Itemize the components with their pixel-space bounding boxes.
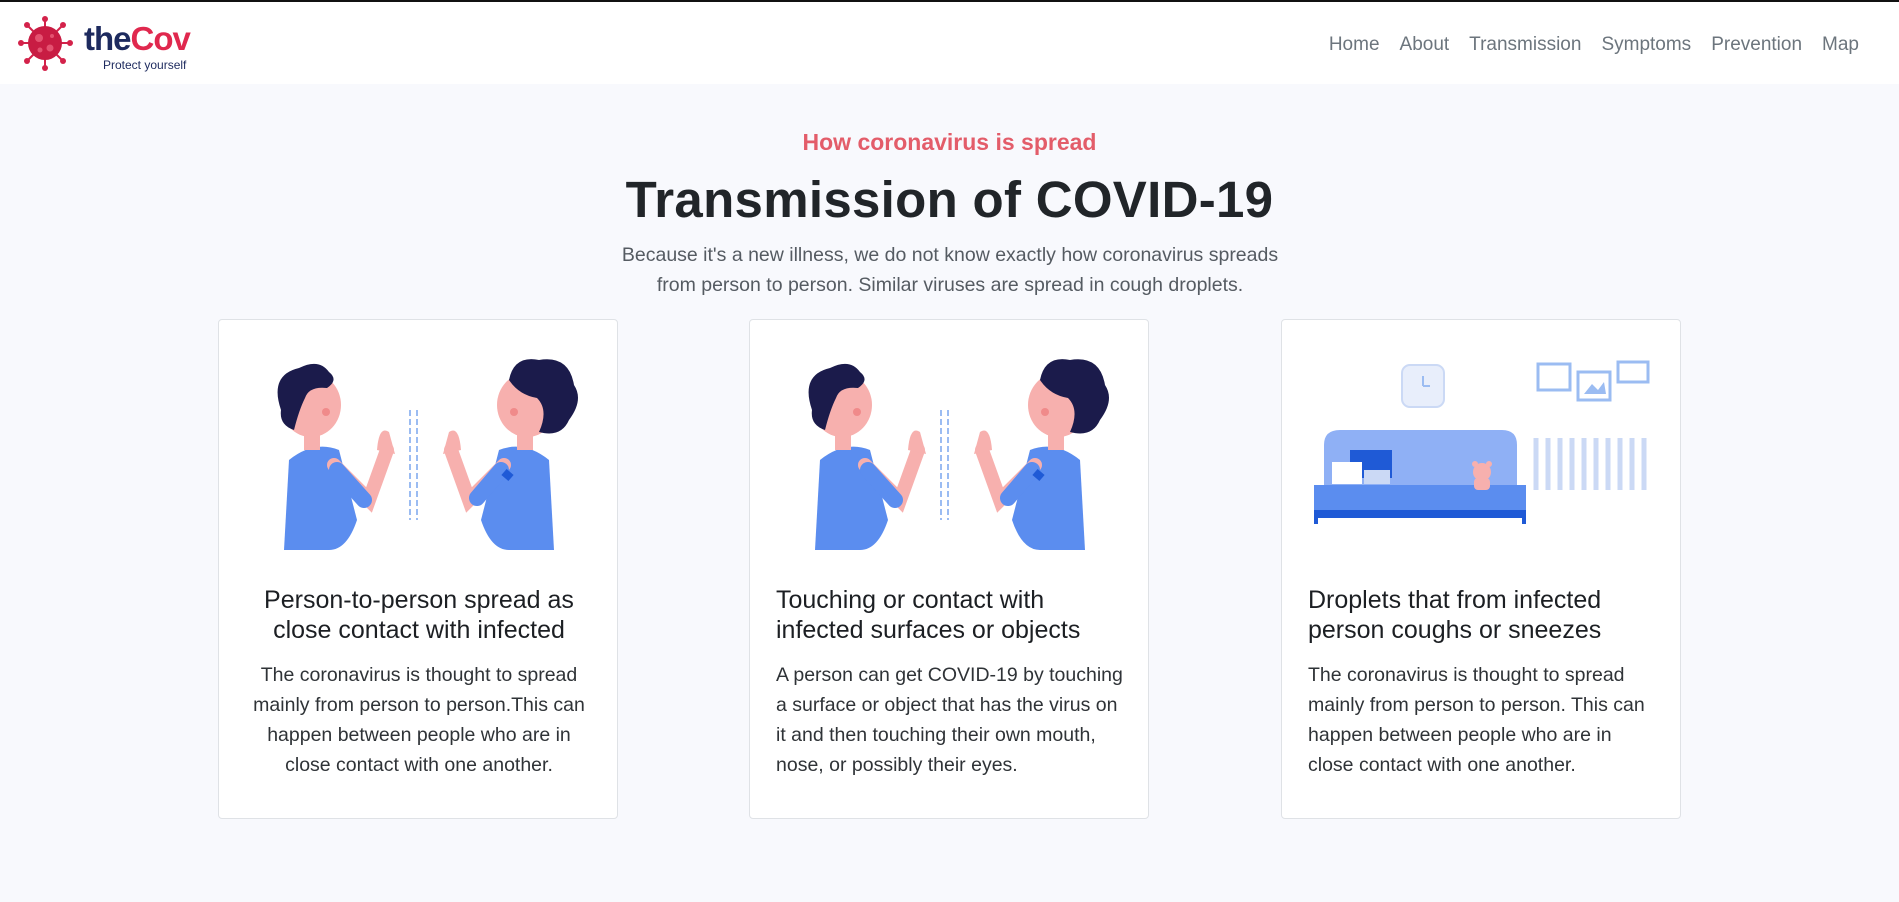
brand-wordmark: theCov — [84, 20, 191, 58]
brand-tagline: Protect yourself — [103, 58, 187, 72]
section-title: Transmission of COVID-19 — [625, 171, 1274, 228]
transmission-card-2: Touching or contact with infected surfac… — [749, 319, 1149, 819]
card-text: The coronavirus is thought to spread mai… — [1308, 664, 1645, 776]
card-title: Droplets that from infected person cough… — [1308, 586, 1602, 644]
section-subtitle: Because it's a new illness, we do not kn… — [600, 240, 1300, 300]
card-text: The coronavirus is thought to spread mai… — [253, 664, 585, 776]
two-people-high-five-illustration — [277, 359, 578, 550]
navbar: theCov Protect yourself Home About Trans… — [0, 2, 1899, 84]
card-text: A person can get COVID-19 by touching a … — [776, 664, 1123, 776]
main-nav: Home About Transmission Symptoms Prevent… — [1319, 30, 1869, 60]
nav-item-map[interactable]: Map — [1812, 30, 1869, 60]
two-people-high-five-illustration — [808, 359, 1109, 550]
subtitle-line-2: from person to person. Similar viruses a… — [656, 274, 1244, 296]
transmission-card-1: Person-to-person spread as close contact… — [218, 319, 618, 819]
nav-item-symptoms[interactable]: Symptoms — [1591, 30, 1701, 60]
brand-name-part1: the — [84, 20, 131, 57]
subtitle-line-1: Because it's a new illness, we do not kn… — [621, 244, 1279, 266]
section-eyebrow: How coronavirus is spread — [802, 129, 1097, 155]
card-title: Touching or contact with infected surfac… — [776, 586, 1081, 644]
nav-item-transmission[interactable]: Transmission — [1459, 30, 1591, 60]
nav-item-prevention[interactable]: Prevention — [1701, 30, 1812, 60]
bedroom-illustration — [1314, 360, 1650, 524]
brand-name-part2: Cov — [130, 20, 191, 57]
card-title: Person-to-person spread as close contact… — [264, 586, 574, 644]
nav-item-home[interactable]: Home — [1319, 30, 1390, 60]
transmission-card-3: Droplets that from infected person cough… — [1281, 319, 1681, 819]
nav-item-about[interactable]: About — [1390, 30, 1460, 60]
brand-logo[interactable]: theCov Protect yourself — [18, 16, 208, 72]
virus-logo-icon — [18, 16, 73, 71]
